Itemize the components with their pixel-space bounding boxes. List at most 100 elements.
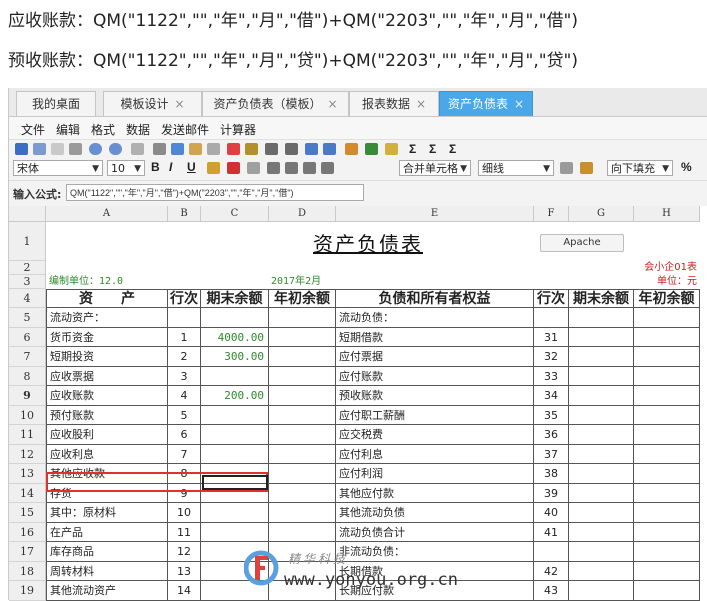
row-header[interactable]: 8 [9, 366, 46, 386]
cell-end-balance-2[interactable] [569, 425, 634, 445]
bold-button[interactable]: B [151, 160, 160, 174]
cell-asset-name[interactable]: 应收票据 [46, 366, 168, 386]
cell-end-balance-2[interactable] [569, 561, 634, 581]
menu-data[interactable]: 数据 [126, 121, 150, 138]
cell-end-balance[interactable]: 4000.00 [201, 327, 269, 347]
eraser-icon[interactable] [560, 162, 573, 174]
italic-button[interactable]: I [169, 160, 172, 174]
border-style-select[interactable]: 细线 ▼ [478, 160, 554, 176]
header-line-2[interactable]: 行次 [534, 289, 569, 308]
row-header[interactable]: 11 [9, 425, 46, 445]
merge-cells-select[interactable]: 合并单元格 ▼ [399, 160, 471, 176]
close-icon[interactable]: × [327, 97, 337, 111]
cell-end-balance-2[interactable] [569, 522, 634, 542]
row-header[interactable]: 7 [9, 347, 46, 367]
menu-format[interactable]: 格式 [91, 121, 115, 138]
row-header[interactable]: 5 [9, 308, 46, 328]
row-header[interactable]: 19 [9, 581, 46, 601]
row-header[interactable]: 6 [9, 327, 46, 347]
cell-asset-name[interactable]: 其中：原材料 [46, 503, 168, 523]
fill-down-select[interactable]: 向下填充 ▼ [607, 160, 673, 176]
column-header-g[interactable]: G [569, 206, 634, 222]
cell-asset-line[interactable]: 11 [168, 522, 201, 542]
cell-end-balance-2[interactable] [569, 327, 634, 347]
cell-asset-name[interactable]: 应收利息 [46, 444, 168, 464]
cell-liability-line[interactable]: 41 [534, 522, 569, 542]
save-as-icon[interactable] [33, 143, 46, 155]
undo-icon[interactable] [89, 143, 102, 155]
cell-end-balance-2[interactable] [569, 503, 634, 523]
cell-asset-name[interactable]: 库存商品 [46, 542, 168, 562]
cell-end-balance[interactable] [201, 444, 269, 464]
grid-icon[interactable] [131, 143, 144, 155]
cell-begin-balance[interactable] [269, 327, 336, 347]
cell-liability-name[interactable]: 应付职工薪酬 [336, 405, 534, 425]
paste-special-icon[interactable] [207, 143, 220, 155]
find-icon[interactable] [265, 143, 278, 155]
cut-icon[interactable] [153, 143, 166, 155]
cell-liability-line[interactable]: 36 [534, 425, 569, 445]
align-left-icon[interactable] [267, 162, 280, 174]
cell-liability-line[interactable]: 37 [534, 444, 569, 464]
cell-begin-balance[interactable] [269, 464, 336, 484]
cell-end-balance-2[interactable] [569, 366, 634, 386]
header-liability-equity[interactable]: 负债和所有者权益 [336, 289, 534, 308]
cell-begin-balance-2[interactable] [634, 386, 700, 406]
cell-liability-name[interactable]: 应交税费 [336, 425, 534, 445]
print-preview-icon[interactable] [51, 143, 64, 155]
cell-end-balance-2[interactable] [569, 483, 634, 503]
cell-begin-balance-2[interactable] [634, 561, 700, 581]
cell-liability-name[interactable]: 应付利润 [336, 464, 534, 484]
menu-edit[interactable]: 编辑 [56, 121, 80, 138]
cell-asset-name[interactable]: 应收股利 [46, 425, 168, 445]
cell-asset-line[interactable]: 7 [168, 444, 201, 464]
cell-end-balance[interactable] [201, 308, 269, 328]
cell-asset-name[interactable]: 周转材料 [46, 561, 168, 581]
paint-icon[interactable] [580, 162, 593, 174]
row-header[interactable]: 12 [9, 444, 46, 464]
cell-liability-line[interactable]: 32 [534, 347, 569, 367]
header-asset[interactable]: 资 产 [46, 289, 168, 308]
cell-end-balance[interactable] [201, 405, 269, 425]
report-period[interactable]: 2017年2月 [271, 275, 371, 289]
cell-begin-balance-2[interactable] [634, 483, 700, 503]
cell-begin-balance-2[interactable] [634, 464, 700, 484]
cell-end-balance-2[interactable] [569, 444, 634, 464]
row-header[interactable]: 3 [9, 275, 46, 289]
cell-liability-name[interactable]: 短期借款 [336, 327, 534, 347]
cell-begin-balance-2[interactable] [634, 542, 700, 562]
apache-button[interactable]: Apache [540, 234, 624, 252]
row-header[interactable]: 4 [9, 289, 46, 308]
row-header[interactable]: 15 [9, 503, 46, 523]
cell-end-balance-2[interactable] [569, 405, 634, 425]
save-icon[interactable] [15, 143, 28, 155]
print-icon[interactable] [69, 143, 82, 155]
cell-begin-balance-2[interactable] [634, 503, 700, 523]
cell-liability-name[interactable]: 应付账款 [336, 366, 534, 386]
menu-send-mail[interactable]: 发送邮件 [161, 121, 209, 138]
redo-icon[interactable] [109, 143, 122, 155]
cell-begin-balance[interactable] [269, 366, 336, 386]
formula-input[interactable]: QM("1122","","年","月","借")+QM("2203","","… [66, 184, 364, 201]
cell-end-balance[interactable] [201, 366, 269, 386]
cell-asset-name[interactable]: 货币资金 [46, 327, 168, 347]
close-icon[interactable]: × [174, 97, 184, 111]
cell-asset-line[interactable]: 5 [168, 405, 201, 425]
cell-begin-balance-2[interactable] [634, 522, 700, 542]
font-family-select[interactable]: 宋体 ▼ [13, 160, 103, 176]
row-header[interactable]: 17 [9, 542, 46, 562]
column-header-c[interactable]: C [201, 206, 269, 222]
cell-end-balance-2[interactable] [569, 386, 634, 406]
cell-liability-line[interactable] [534, 542, 569, 562]
column-header-a[interactable]: A [46, 206, 168, 222]
header-end-balance-2[interactable]: 期末余额 [569, 289, 634, 308]
cell-asset-name[interactable]: 其他流动资产 [46, 581, 168, 601]
cell-begin-balance[interactable] [269, 444, 336, 464]
cell-begin-balance[interactable] [269, 405, 336, 425]
cell-liability-name[interactable]: 其他流动负债 [336, 503, 534, 523]
format-brush-icon[interactable] [245, 143, 258, 155]
cell-begin-balance[interactable] [269, 308, 336, 328]
cell-asset-name[interactable]: 应收账款 [46, 386, 168, 406]
sum-icon[interactable]: Σ [409, 142, 416, 156]
cell-asset-name[interactable]: 预付账款 [46, 405, 168, 425]
